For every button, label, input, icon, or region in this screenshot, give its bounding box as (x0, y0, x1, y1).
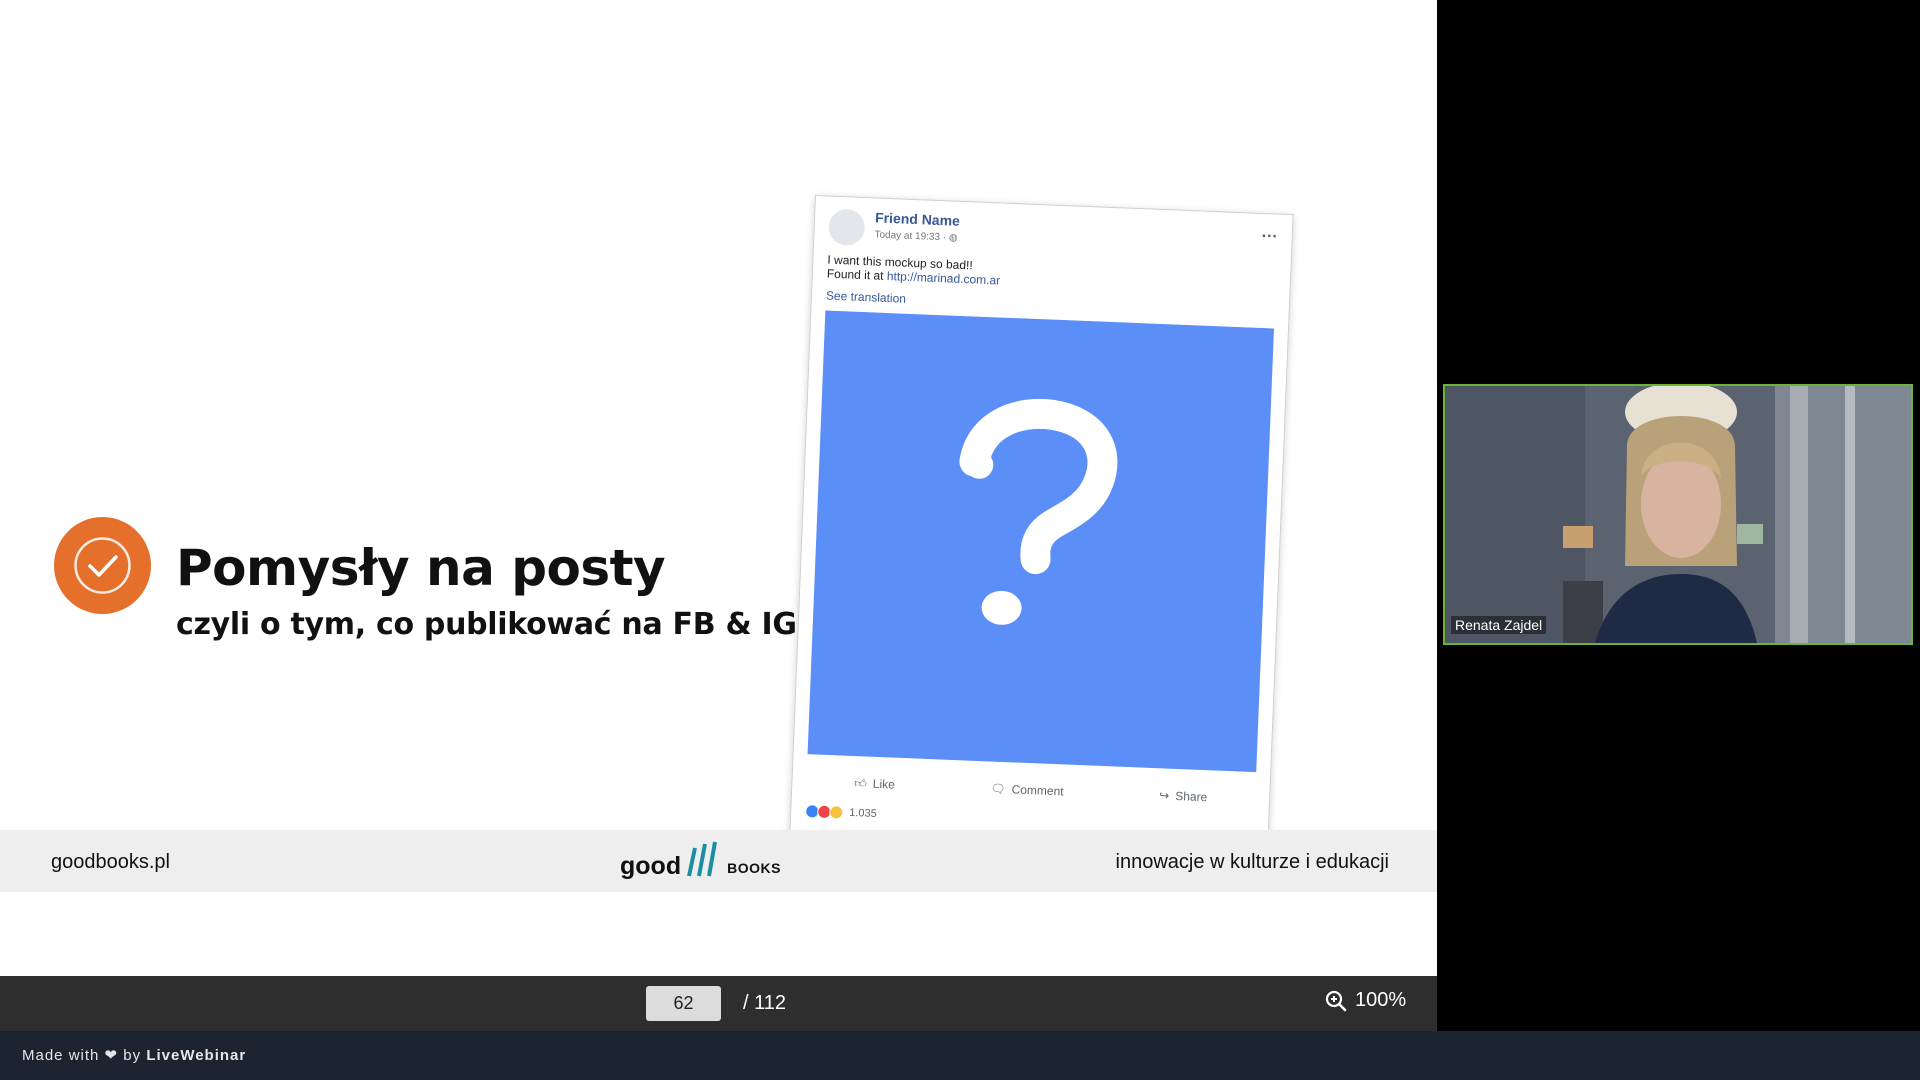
by-label: by (123, 1047, 142, 1064)
like-label: Like (872, 776, 896, 792)
slide-title: Pomysły na posty (176, 539, 666, 597)
footer-website: goodbooks.pl (51, 851, 170, 873)
post-text-prefix: Found it at (826, 266, 888, 283)
logo-good: good (620, 852, 682, 880)
slide-footer: goodbooks.pl good books innowacje w kult… (0, 830, 1437, 892)
goodbooks-logo: good books (620, 840, 781, 880)
webcam-feed-image (1445, 386, 1911, 643)
friend-name: Friend Name (874, 209, 961, 229)
zoom-control[interactable]: 100% (1325, 989, 1406, 1012)
zoom-in-icon[interactable] (1325, 990, 1347, 1012)
webcam-video[interactable]: Renata Zajdel (1443, 384, 1913, 645)
reaction-count: 1.035 (848, 806, 877, 820)
share-action: ↪ Share (1159, 788, 1208, 804)
share-label: Share (1174, 788, 1208, 805)
heart-icon: ❤ (104, 1047, 119, 1064)
facebook-post-mockup: Friend Name Today at 19:33 · ◍ ··· I wan… (788, 195, 1294, 866)
branding-bar: Made with ❤ by LiveWebinar (0, 1031, 1920, 1080)
avatar (828, 208, 866, 247)
branding-text[interactable]: Made with ❤ by LiveWebinar (22, 1046, 246, 1064)
question-mark-icon (959, 398, 1118, 625)
post-image (807, 310, 1275, 773)
page-number-input[interactable] (646, 986, 721, 1021)
post-text: I want this mockup so bad!! Found it at … (827, 253, 1001, 288)
see-translation-link: See translation (825, 288, 907, 306)
wow-reaction-icon (828, 805, 844, 820)
check-circle-icon (54, 517, 151, 614)
slide-subtitle: czyli o tym, co publikować na FB & IG (176, 607, 797, 642)
comment-label: Comment (1011, 782, 1064, 799)
thumbs-up-icon: 👍︎ (854, 775, 868, 791)
zoom-level: 100% (1355, 989, 1407, 1011)
post-time: Today at 19:33 · ◍ (874, 229, 958, 243)
made-with-label: Made with (22, 1047, 100, 1064)
logo-bars-icon (687, 841, 718, 877)
post-actions: 👍︎ Like 🗨︎ Comment ↪ Share (806, 768, 1256, 812)
presentation-slide: Pomysły na posty czyli o tym, co publiko… (0, 0, 1437, 976)
footer-tagline: innowacje w kulturze i edukacji (1115, 851, 1389, 873)
participant-name: Renata Zajdel (1451, 616, 1547, 634)
page-total: / 112 (743, 992, 786, 1014)
comment-icon: 🗨︎ (990, 781, 1006, 797)
logo-books: books (727, 856, 781, 878)
presentation-toolbar: / 112 100% (0, 976, 1437, 1031)
post-time-text: Today at 19:33 · (874, 229, 950, 244)
like-action: 👍︎ Like (854, 776, 895, 793)
globe-icon: ◍ (948, 232, 958, 244)
comment-action: 🗨︎ Comment (990, 782, 1064, 799)
brand-name: LiveWebinar (146, 1047, 247, 1064)
share-icon: ↪ (1158, 788, 1170, 803)
more-options-icon: ··· (1261, 227, 1279, 246)
reactions-row: 1.035 (804, 804, 877, 821)
